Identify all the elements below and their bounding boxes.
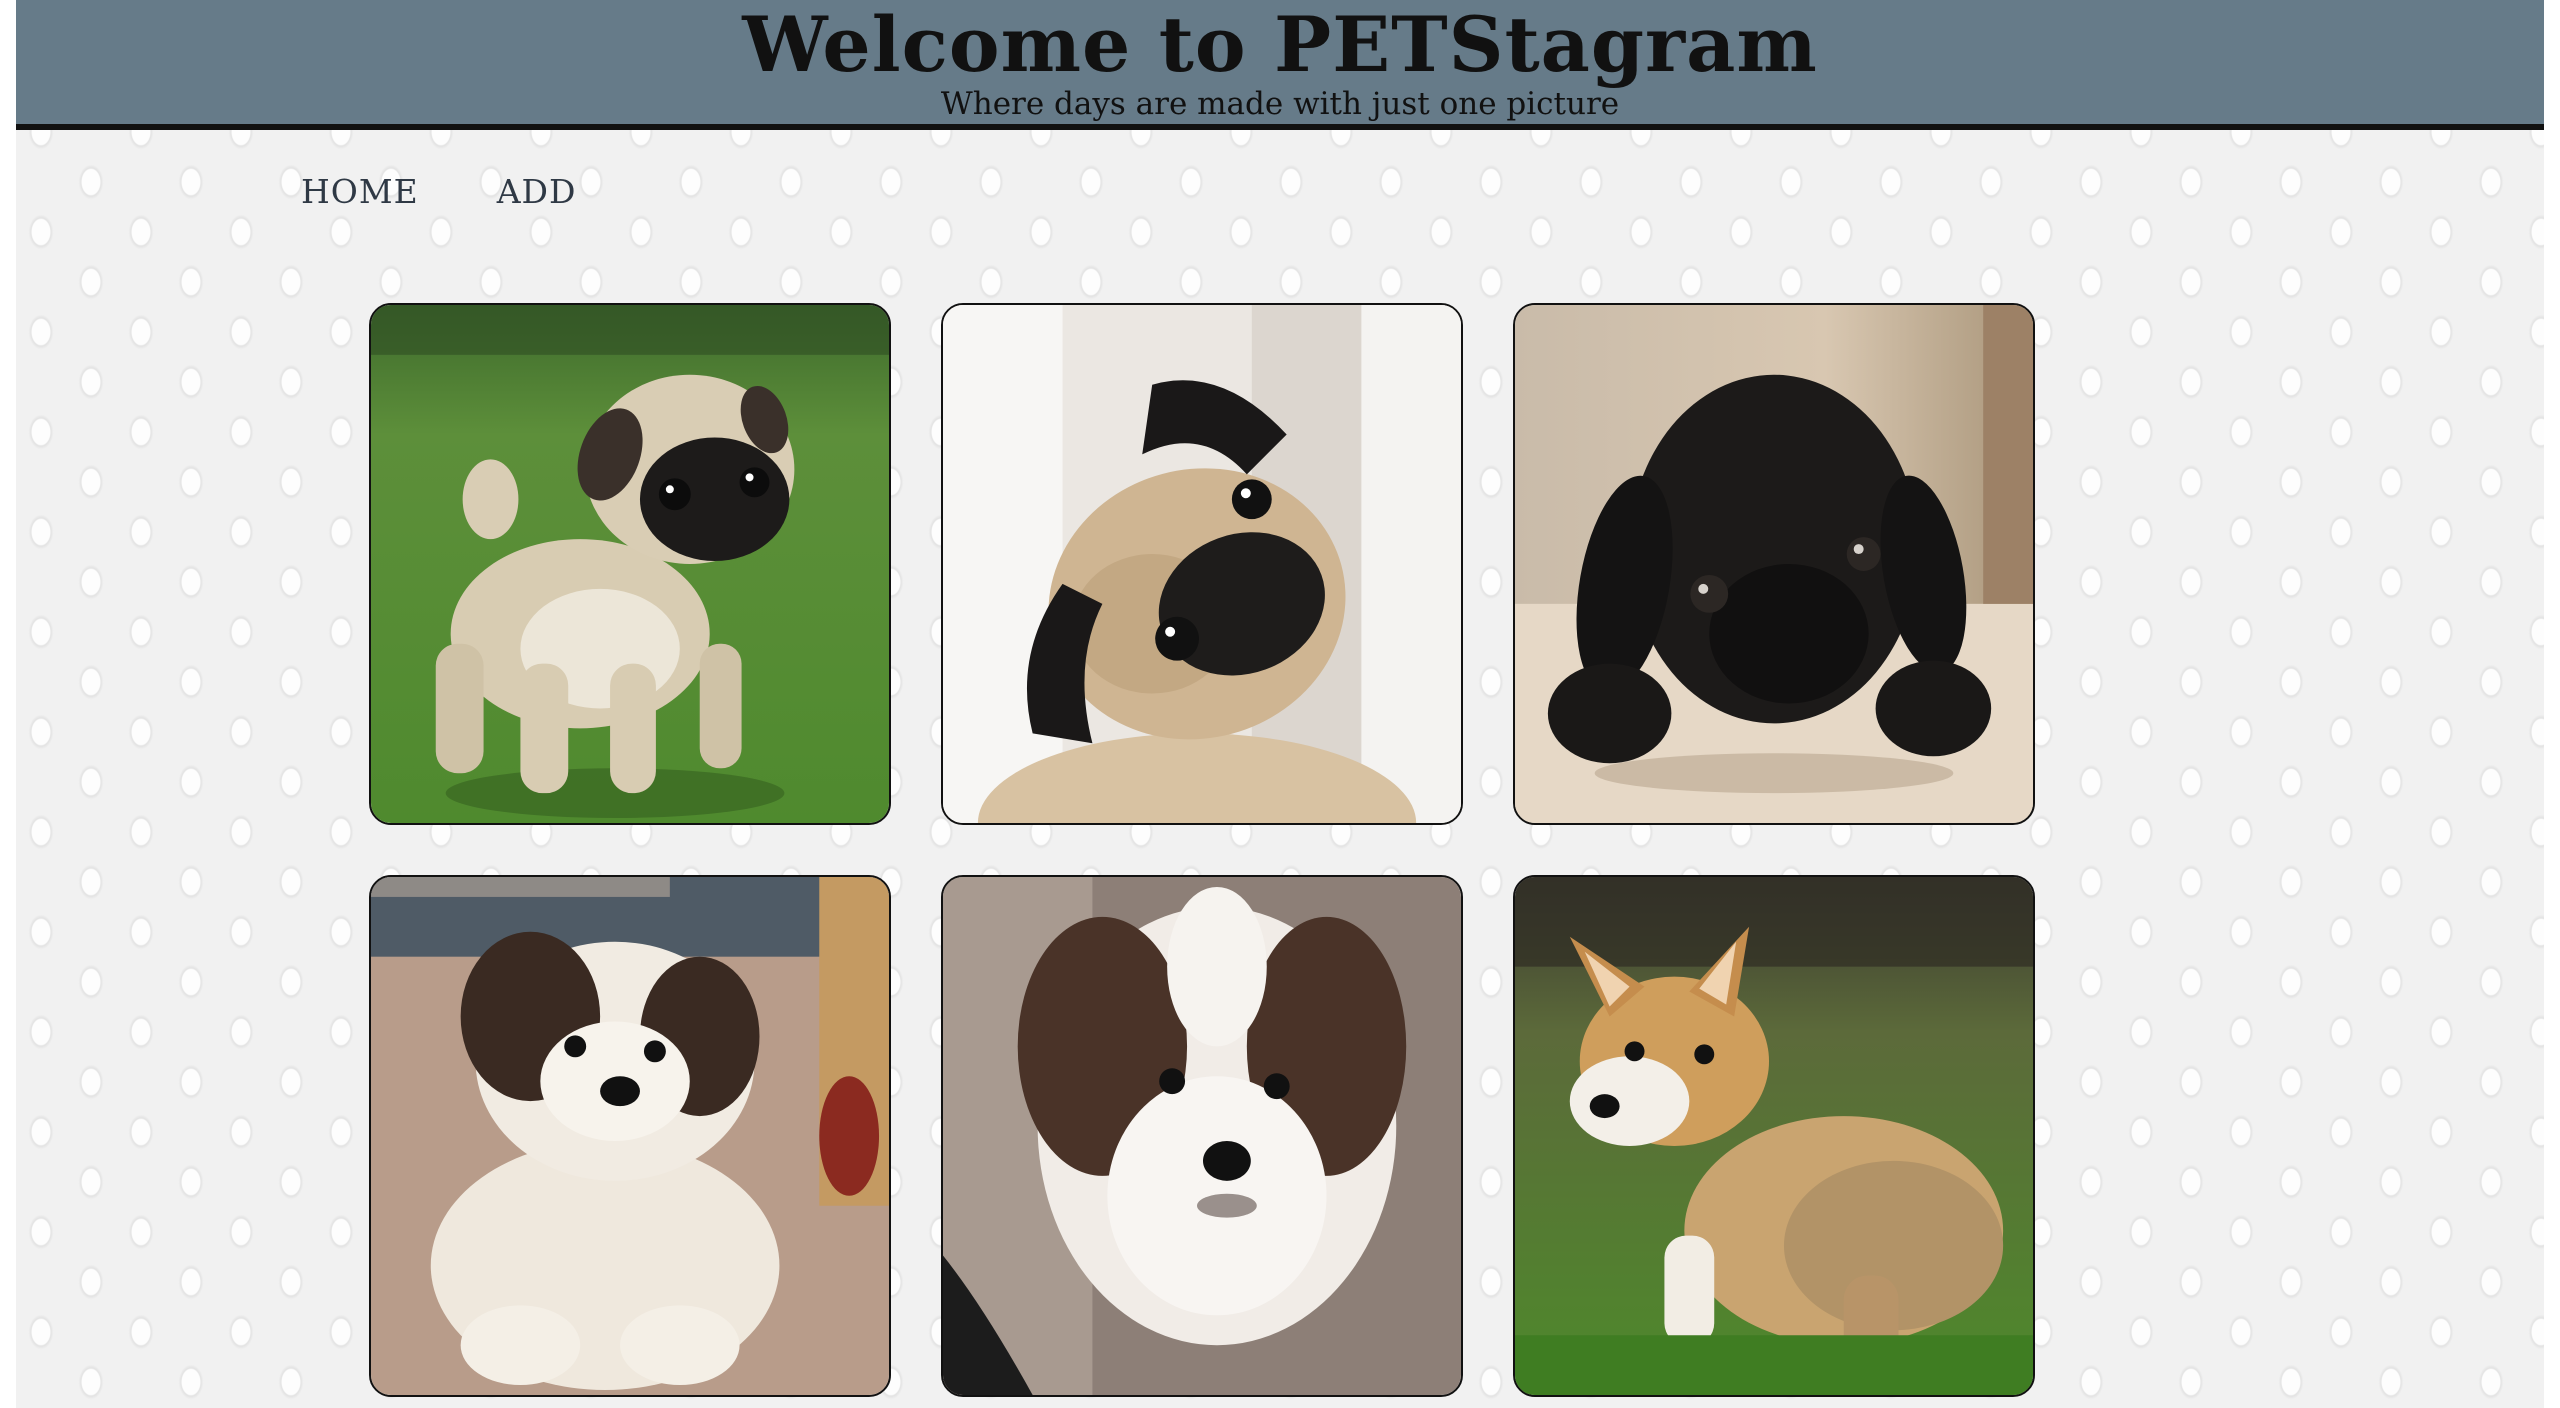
photo-card[interactable] bbox=[1513, 303, 2035, 825]
pug-on-grass-photo bbox=[371, 305, 889, 823]
shih-tzu-closeup-photo bbox=[943, 877, 1461, 1395]
site-header: Welcome to PETStagram Where days are mad… bbox=[16, 0, 2544, 130]
pug-head-tilt-photo bbox=[943, 305, 1461, 823]
photo-card[interactable] bbox=[369, 875, 891, 1397]
photo-card[interactable] bbox=[369, 303, 891, 825]
nav-home-link[interactable]: HOME bbox=[301, 168, 419, 216]
nav-add-link[interactable]: ADD bbox=[497, 168, 577, 216]
page-background: Welcome to PETStagram Where days are mad… bbox=[16, 0, 2544, 1408]
corgi-on-grass-photo bbox=[1515, 877, 2033, 1395]
black-pug-lying-photo bbox=[1515, 305, 2033, 823]
photo-card[interactable] bbox=[1513, 875, 2035, 1397]
site-title: Welcome to PETStagram bbox=[742, 0, 1818, 89]
shih-tzu-sitting-photo bbox=[371, 877, 889, 1395]
photo-card[interactable] bbox=[941, 875, 1463, 1397]
site-tagline: Where days are made with just one pictur… bbox=[940, 86, 1620, 122]
photo-grid bbox=[369, 303, 2035, 1397]
photo-card[interactable] bbox=[941, 303, 1463, 825]
main-nav: HOME ADD bbox=[301, 168, 576, 216]
